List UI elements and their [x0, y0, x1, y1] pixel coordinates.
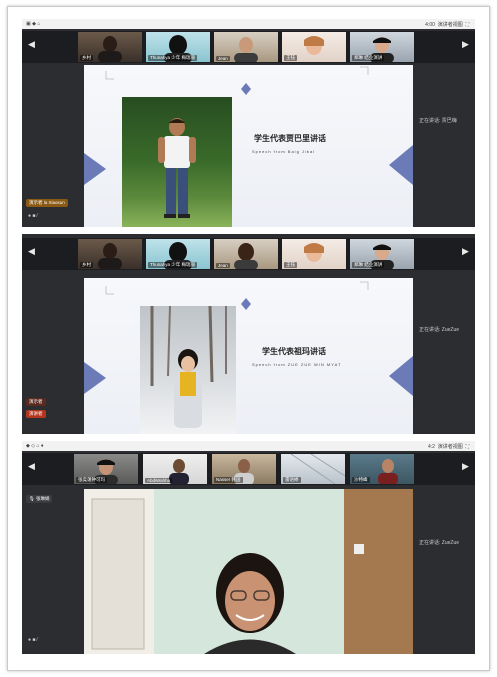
participant-video[interactable]: 郑琳 结业演讲 — [350, 239, 414, 269]
participant-video[interactable]: 雷语婷 — [281, 454, 345, 484]
participant-video[interactable]: Nasser 韩国 — [212, 454, 276, 484]
speaking-label: 正在讲话: 贾巴嗨 — [419, 118, 457, 124]
participant-name: AbdiWahha — [145, 478, 173, 483]
speaking-indicator: 正在讲话: ZueZue — [419, 539, 473, 549]
participant-video[interactable]: Thunahya 少年 梅瑞丽 — [146, 239, 210, 269]
status-icons: ◆ ◇ ⌂ ♦ — [26, 443, 44, 449]
participant-video[interactable]: 张奕蔼钟可玛 — [74, 454, 138, 484]
video-strip: ◀ 乡村 Thunahya 少年 梅瑞丽 Jean 王钰 郑琳 结业演讲 ▶ — [22, 31, 475, 63]
meeting-screenshot-2: ◀ 乡村 Thunahya 少年 梅瑞丽 Jean 王钰 郑琳 结业演讲 ▶ 学… — [22, 234, 475, 434]
speaker-photo — [140, 306, 236, 434]
participant-name: 乡村 — [80, 262, 93, 268]
meeting-screenshot-3: ◆ ◇ ⌂ ♦ 4:2 演讲者视图 ⛶ ◀ 张奕蔼钟可玛 AbdiWahha N… — [22, 441, 475, 654]
participant-video[interactable]: Jean — [214, 32, 278, 62]
video-strip: ◀ 乡村 Thunahya 少年 梅瑞丽 Jean 王钰 郑琳 结业演讲 ▶ — [22, 238, 475, 270]
status-time: 4:00 — [425, 22, 435, 28]
participant-name: 王钰 — [284, 55, 297, 61]
participant-name: 郑琳 结业演讲 — [352, 55, 385, 61]
slide-decoration — [84, 281, 413, 396]
speaking-label: 正在讲话: ZueZue — [419, 540, 460, 546]
view-mode-button[interactable]: 演讲者视图 — [438, 22, 463, 28]
strip-prev-arrow[interactable]: ◀ — [28, 39, 35, 50]
control-icons[interactable]: ● ■ ⁄ — [28, 213, 38, 219]
participant-video[interactable]: AbdiWahha — [143, 454, 207, 484]
strip-next-arrow[interactable]: ▶ — [462, 461, 469, 472]
slide-title: 学生代表贾巴里讲话 — [254, 134, 326, 143]
participant-name: 沙特峰 — [352, 477, 370, 483]
participant-video[interactable]: Jean — [214, 239, 278, 269]
video-strip: ◀ 张奕蔼钟可玛 AbdiWahha Nasser 韩国 雷语婷 沙特峰 ▶ — [22, 453, 475, 485]
active-speaker-tag: 🎙 张琳娟 — [26, 495, 53, 503]
control-icons[interactable]: ● ■ ⁄ — [28, 637, 38, 643]
speaker-chip: 演讲者 — [26, 410, 46, 418]
status-bar: ◆ ◇ ⌂ ♦ 4:2 演讲者视图 ⛶ — [22, 441, 475, 451]
shared-slide: 学生代表贾巴里讲话 Speech from Baig Jibal — [84, 65, 413, 227]
participant-name: Nasser 韩国 — [214, 477, 243, 483]
speaking-indicator: 正在讲话: ZueZue — [419, 326, 473, 336]
participant-name: 乡村 — [80, 55, 93, 61]
strip-prev-arrow[interactable]: ◀ — [28, 246, 35, 257]
fullscreen-icon[interactable]: ⛶ — [465, 444, 469, 450]
participant-name: Jean — [216, 56, 230, 61]
slide-subtitle: Speech from Baig Jibal — [252, 149, 316, 154]
presenter-chip: 演示者 la Xiaosun — [26, 199, 68, 207]
view-mode-button[interactable]: 演讲者视图 — [438, 444, 463, 450]
speaking-label: 正在讲话: ZueZue — [419, 327, 460, 333]
status-time: 4:2 — [427, 444, 435, 450]
participant-video[interactable]: 乡村 — [78, 239, 142, 269]
participant-video[interactable]: 郑琳 结业演讲 — [350, 32, 414, 62]
participant-name: 雷语婷 — [283, 477, 301, 483]
participant-video[interactable]: 王钰 — [282, 32, 346, 62]
participant-name: 张奕蔼钟可玛 — [76, 477, 107, 483]
participant-video[interactable]: 王钰 — [282, 239, 346, 269]
strip-next-arrow[interactable]: ▶ — [462, 246, 469, 257]
presenter-chip: 演示者 — [26, 398, 46, 406]
participant-video[interactable]: Thunahya 少年 梅瑞丽 — [146, 32, 210, 62]
slide-subtitle: Speech from ZUE ZUE WIN MYAT — [252, 362, 342, 367]
meeting-screenshot-1: ▣ ◆ ⌂ 4:00 演讲者视图 ⛶ ◀ 乡村 Thunahya 少年 梅瑞丽 … — [22, 19, 475, 227]
speaker-video-frame — [84, 489, 413, 654]
participant-name: 王钰 — [284, 262, 297, 268]
speaker-photo — [122, 97, 232, 227]
participant-name: Jean — [216, 263, 230, 268]
microphone-icon: 🎙 — [29, 496, 35, 501]
status-bar: ▣ ◆ ⌂ 4:00 演讲者视图 ⛶ — [22, 19, 475, 29]
participant-video[interactable]: 乡村 — [78, 32, 142, 62]
fullscreen-icon[interactable]: ⛶ — [465, 22, 469, 28]
status-icons: ▣ ◆ ⌂ — [26, 21, 41, 27]
participant-name: Thunahya 少年 梅瑞丽 — [148, 262, 198, 268]
main-video[interactable] — [84, 489, 413, 654]
participant-name: Thunahya 少年 梅瑞丽 — [148, 55, 198, 61]
shared-slide: 学生代表祖玛讲话 Speech from ZUE ZUE WIN MYAT — [84, 278, 413, 434]
strip-prev-arrow[interactable]: ◀ — [28, 461, 35, 472]
participant-name: 郑琳 结业演讲 — [352, 262, 385, 268]
speaking-indicator: 正在讲话: 贾巴嗨 — [419, 117, 471, 127]
slide-title: 学生代表祖玛讲话 — [262, 347, 326, 356]
participant-video[interactable]: 沙特峰 — [350, 454, 414, 484]
strip-next-arrow[interactable]: ▶ — [462, 39, 469, 50]
active-speaker-name: 张琳娟 — [35, 496, 50, 501]
